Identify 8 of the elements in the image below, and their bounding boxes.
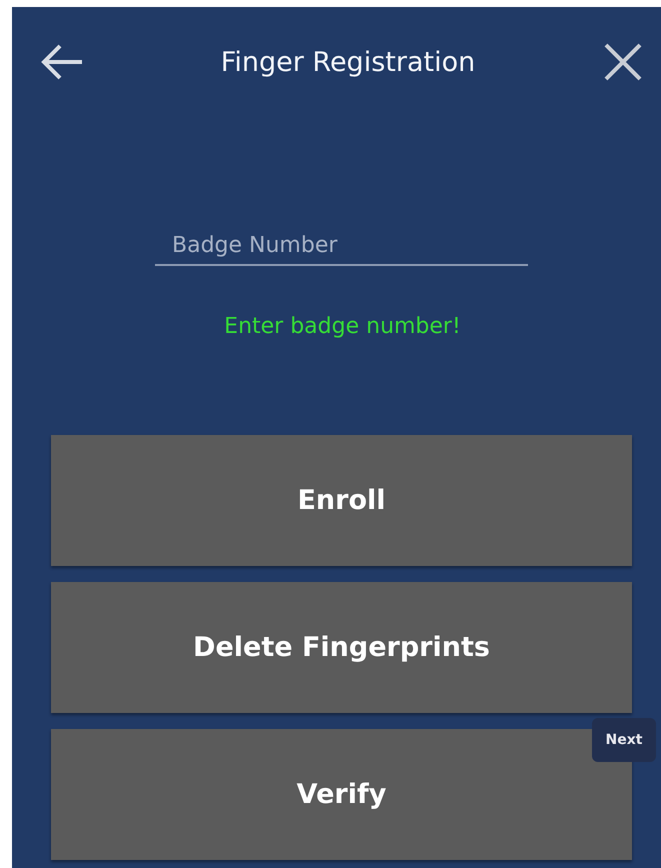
- error-message: Enter badge number!: [223, 314, 462, 339]
- badge-number-field[interactable]: Badge Number: [155, 229, 528, 266]
- back-arrow-icon[interactable]: [40, 44, 84, 80]
- tooltip: Next: [592, 718, 656, 762]
- close-icon[interactable]: [604, 43, 642, 81]
- screen-title: Finger Registration: [220, 46, 476, 78]
- action-button[interactable]: Enroll: [51, 435, 632, 566]
- action-button[interactable]: Delete Fingerprints: [51, 582, 632, 713]
